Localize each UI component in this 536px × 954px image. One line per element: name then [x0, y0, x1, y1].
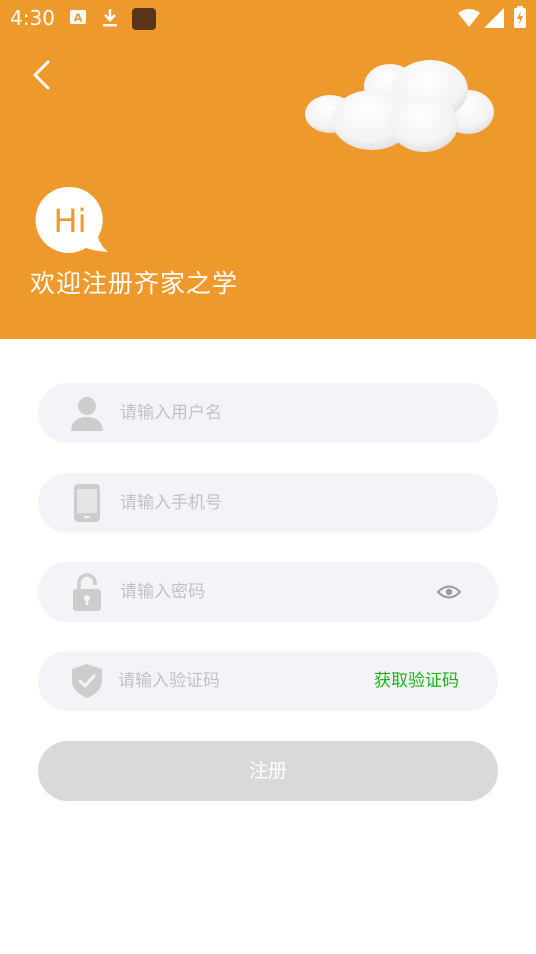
status-bar: 4:30 A — [0, 0, 536, 36]
battery-charging-icon — [514, 6, 526, 32]
download-icon — [102, 8, 118, 32]
status-time: 4:30 — [10, 6, 55, 30]
text-a-icon: A — [70, 8, 86, 30]
phone-input[interactable] — [120, 473, 470, 533]
hi-badge-text: Hi — [54, 202, 87, 240]
phone-icon — [72, 473, 102, 533]
signal-icon — [484, 8, 504, 32]
register-screen: 4:30 A Hi 欢迎注册齐家之学 请输入用户名 请输入手机号 请输入验证码 … — [0, 0, 536, 954]
password-field[interactable] — [38, 562, 498, 622]
phone-field[interactable] — [38, 473, 498, 533]
hi-badge: Hi — [34, 185, 110, 255]
lock-open-icon — [72, 562, 102, 622]
username-field[interactable] — [38, 383, 498, 443]
welcome-title: 欢迎注册齐家之学 — [30, 269, 239, 298]
chevron-left-icon — [33, 60, 50, 90]
register-button[interactable]: 注册 — [38, 741, 498, 801]
cloud-illustration — [302, 58, 498, 158]
eye-icon[interactable] — [436, 580, 462, 604]
svg-text:A: A — [74, 12, 83, 25]
user-icon — [68, 383, 106, 443]
password-input[interactable] — [120, 562, 420, 622]
shield-check-icon — [70, 651, 104, 711]
app-square-icon — [132, 8, 156, 34]
wifi-icon — [458, 9, 480, 31]
header-banner: 4:30 A Hi 欢迎注册齐家之学 — [0, 0, 536, 339]
get-code-button[interactable]: 获取验证码 — [374, 651, 459, 711]
username-input[interactable] — [120, 383, 470, 443]
code-input[interactable] — [118, 651, 368, 711]
code-field[interactable]: 获取验证码 — [38, 651, 498, 711]
back-button[interactable] — [26, 56, 60, 94]
